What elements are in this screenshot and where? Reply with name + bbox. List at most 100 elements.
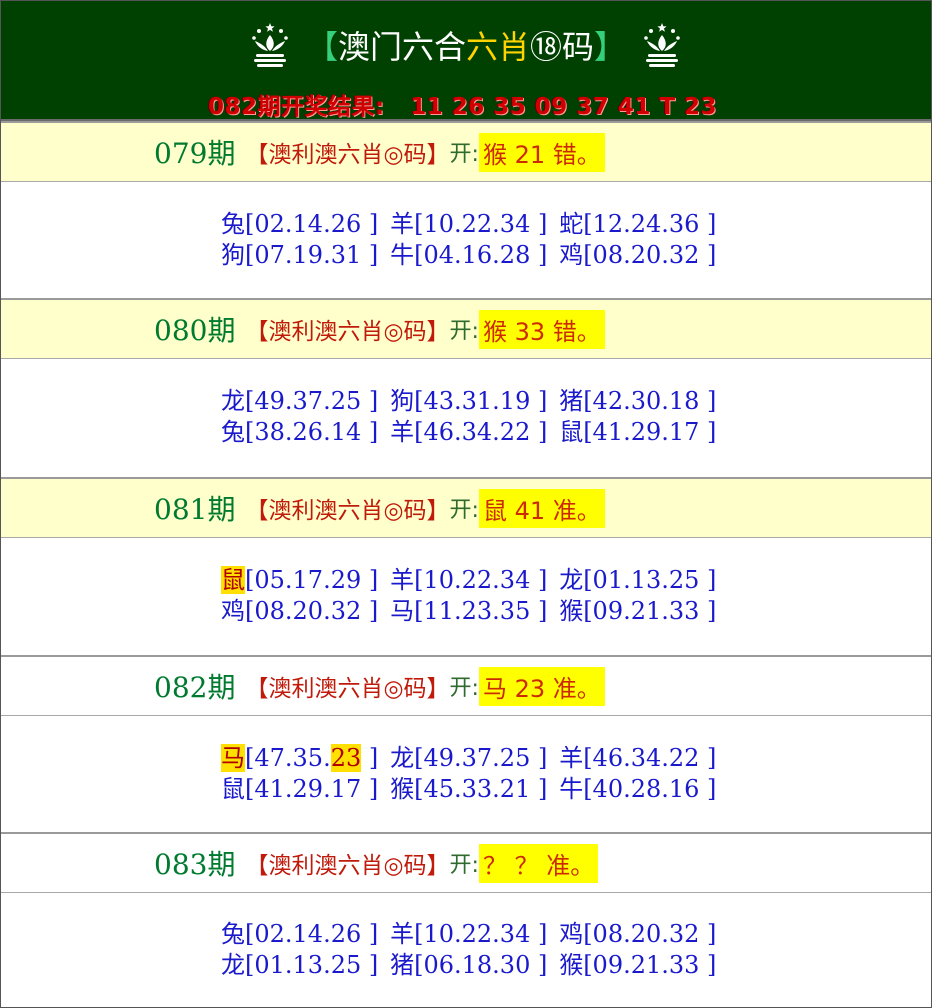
title-part-c: ⑱码 [530, 28, 595, 66]
pick-numbers: [42.30.18 ] [583, 387, 717, 415]
pick-item: 猴[09.21.33 ] [559, 596, 723, 627]
picks-row: 马[47.35.23 ] 龙[49.37.25 ] 羊[46.34.22 ] 鼠… [1, 716, 931, 832]
pick-item: 马[47.35.23 ] [221, 743, 385, 774]
zodiac: 龙 [559, 566, 584, 594]
zodiac: 狗 [390, 387, 415, 415]
pick-item: 猴[45.33.21 ] [390, 774, 554, 805]
zodiac-hit: 马 [221, 744, 245, 772]
header-banner: 【澳门六合六肖⑱码】 082期开奖结果: 11 26 35 09 37 41 T… [1, 1, 931, 121]
zodiac: 猴 [390, 775, 415, 803]
zodiac: 牛 [390, 241, 415, 269]
zodiac: 龙 [221, 951, 245, 979]
category-label: 【澳利澳六肖◎码】 [245, 853, 450, 879]
zodiac: 鸡 [559, 241, 584, 269]
pick-item: 马[11.23.35 ] [390, 596, 554, 627]
zodiac: 狗 [221, 241, 245, 269]
zodiac: 鼠 [559, 418, 584, 446]
pick-item: 猴[09.21.33 ] [559, 950, 723, 981]
category-label: 【澳利澳六肖◎码】 [245, 319, 450, 345]
pick-numbers: [08.20.32 ] [245, 597, 379, 625]
pick-item: 狗[43.31.19 ] [390, 386, 554, 417]
zodiac: 龙 [221, 387, 245, 415]
pick-numbers: [46.34.22 ] [583, 744, 717, 772]
open-label: 开: [449, 853, 479, 878]
title-bracket-open: 【 [305, 28, 338, 66]
open-label: 开: [449, 676, 479, 701]
pick-item: 猪[42.30.18 ] [559, 386, 723, 417]
pick-item: 龙[49.37.25 ] [221, 386, 385, 417]
period-title-row: 079期 【澳利澳六肖◎码】 开: 猴 21 错。 [1, 121, 931, 182]
result-badge: 鼠 41 准。 [478, 488, 605, 528]
category-label: 【澳利澳六肖◎码】 [245, 498, 450, 524]
title-part-b: 六肖 [465, 28, 530, 66]
pick-item: 狗[07.19.31 ] [221, 240, 385, 271]
title-part-a: 澳门六合 [337, 28, 466, 66]
zodiac: 羊 [390, 920, 415, 948]
zodiac: 蛇 [559, 210, 584, 238]
draw-result-label: 082期开奖结果: [208, 94, 385, 120]
pick-item: 牛[04.16.28 ] [390, 240, 554, 271]
pick-numbers: [49.37.25 ] [414, 744, 548, 772]
pick-numbers: [02.14.26 ] [245, 210, 379, 238]
pick-numbers: [04.16.28 ] [414, 241, 548, 269]
title-bracket-close: 】 [594, 28, 627, 66]
category-label: 【澳利澳六肖◎码】 [245, 676, 450, 702]
pick-item: 鼠[41.29.17 ] [221, 774, 385, 805]
zodiac: 鸡 [559, 920, 584, 948]
pick-numbers-close: ] [361, 744, 379, 772]
pick-numbers: [10.22.34 ] [414, 210, 548, 238]
zodiac: 龙 [390, 744, 415, 772]
pick-item: 兔[38.26.14 ] [221, 417, 385, 448]
zodiac: 兔 [221, 418, 245, 446]
period-number: 081期 [154, 493, 236, 526]
zodiac: 兔 [221, 210, 245, 238]
pick-numbers: [07.19.31 ] [245, 241, 379, 269]
result-badge: 马 23 准。 [478, 666, 605, 706]
result-badge: 猴 33 错。 [478, 309, 605, 349]
pick-item: 羊[10.22.34 ] [390, 919, 554, 950]
pick-numbers: [11.23.35 ] [414, 597, 548, 625]
pick-number-hit: 23 [330, 744, 362, 772]
pick-item: 龙[01.13.25 ] [559, 565, 723, 596]
pick-numbers: [09.21.33 ] [583, 951, 717, 979]
period-title-row: 081期 【澳利澳六肖◎码】 开: 鼠 41 准。 [1, 477, 931, 538]
pick-item: 兔[02.14.26 ] [221, 919, 385, 950]
zodiac: 羊 [559, 744, 584, 772]
pick-item: 鸡[08.20.32 ] [559, 919, 723, 950]
pick-numbers: [45.33.21 ] [414, 775, 548, 803]
pick-item: 羊[10.22.34 ] [390, 209, 554, 240]
pick-numbers: [08.20.32 ] [583, 241, 717, 269]
pick-item: 鸡[08.20.32 ] [221, 596, 385, 627]
pick-numbers: [01.13.25 ] [245, 951, 379, 979]
zodiac: 羊 [390, 566, 415, 594]
zodiac-hit: 鼠 [221, 566, 245, 594]
latest-draw-result: 082期开奖结果: 11 26 35 09 37 41 T 23 [208, 87, 717, 121]
period-title-row: 080期 【澳利澳六肖◎码】 开: 猴 33 错。 [1, 298, 931, 359]
macau-emblem-icon [640, 21, 684, 77]
period-number: 083期 [154, 848, 236, 881]
period-number: 079期 [154, 137, 236, 170]
pick-numbers: [46.34.22 ] [414, 418, 548, 446]
zodiac: 马 [390, 597, 415, 625]
zodiac: 猪 [390, 951, 415, 979]
pick-item: 羊[46.34.22 ] [390, 417, 554, 448]
picks-row: 龙[49.37.25 ] 狗[43.31.19 ] 猪[42.30.18 ] 兔… [1, 359, 931, 475]
pick-numbers: [10.22.34 ] [414, 566, 548, 594]
pick-item: 羊[46.34.22 ] [559, 743, 723, 774]
pick-numbers: [41.29.17 ] [583, 418, 717, 446]
pick-numbers: [01.13.25 ] [583, 566, 717, 594]
pick-numbers: [47.35. [245, 744, 331, 772]
pick-numbers: [40.28.16 ] [583, 775, 717, 803]
result-badge: 猴 21 错。 [478, 132, 605, 172]
result-badge: ？ ？ 准。 [478, 843, 599, 883]
zodiac: 羊 [390, 210, 415, 238]
period-title-row: 083期 【澳利澳六肖◎码】 开: ？ ？ 准。 [1, 832, 931, 893]
pick-item: 猪[06.18.30 ] [390, 950, 554, 981]
pick-item: 龙[01.13.25 ] [221, 950, 385, 981]
pick-numbers: [38.26.14 ] [245, 418, 379, 446]
pick-item: 蛇[12.24.36 ] [559, 209, 723, 240]
pick-numbers: [06.18.30 ] [414, 951, 548, 979]
zodiac: 兔 [221, 920, 245, 948]
open-label: 开: [449, 319, 479, 344]
open-label: 开: [449, 142, 479, 167]
